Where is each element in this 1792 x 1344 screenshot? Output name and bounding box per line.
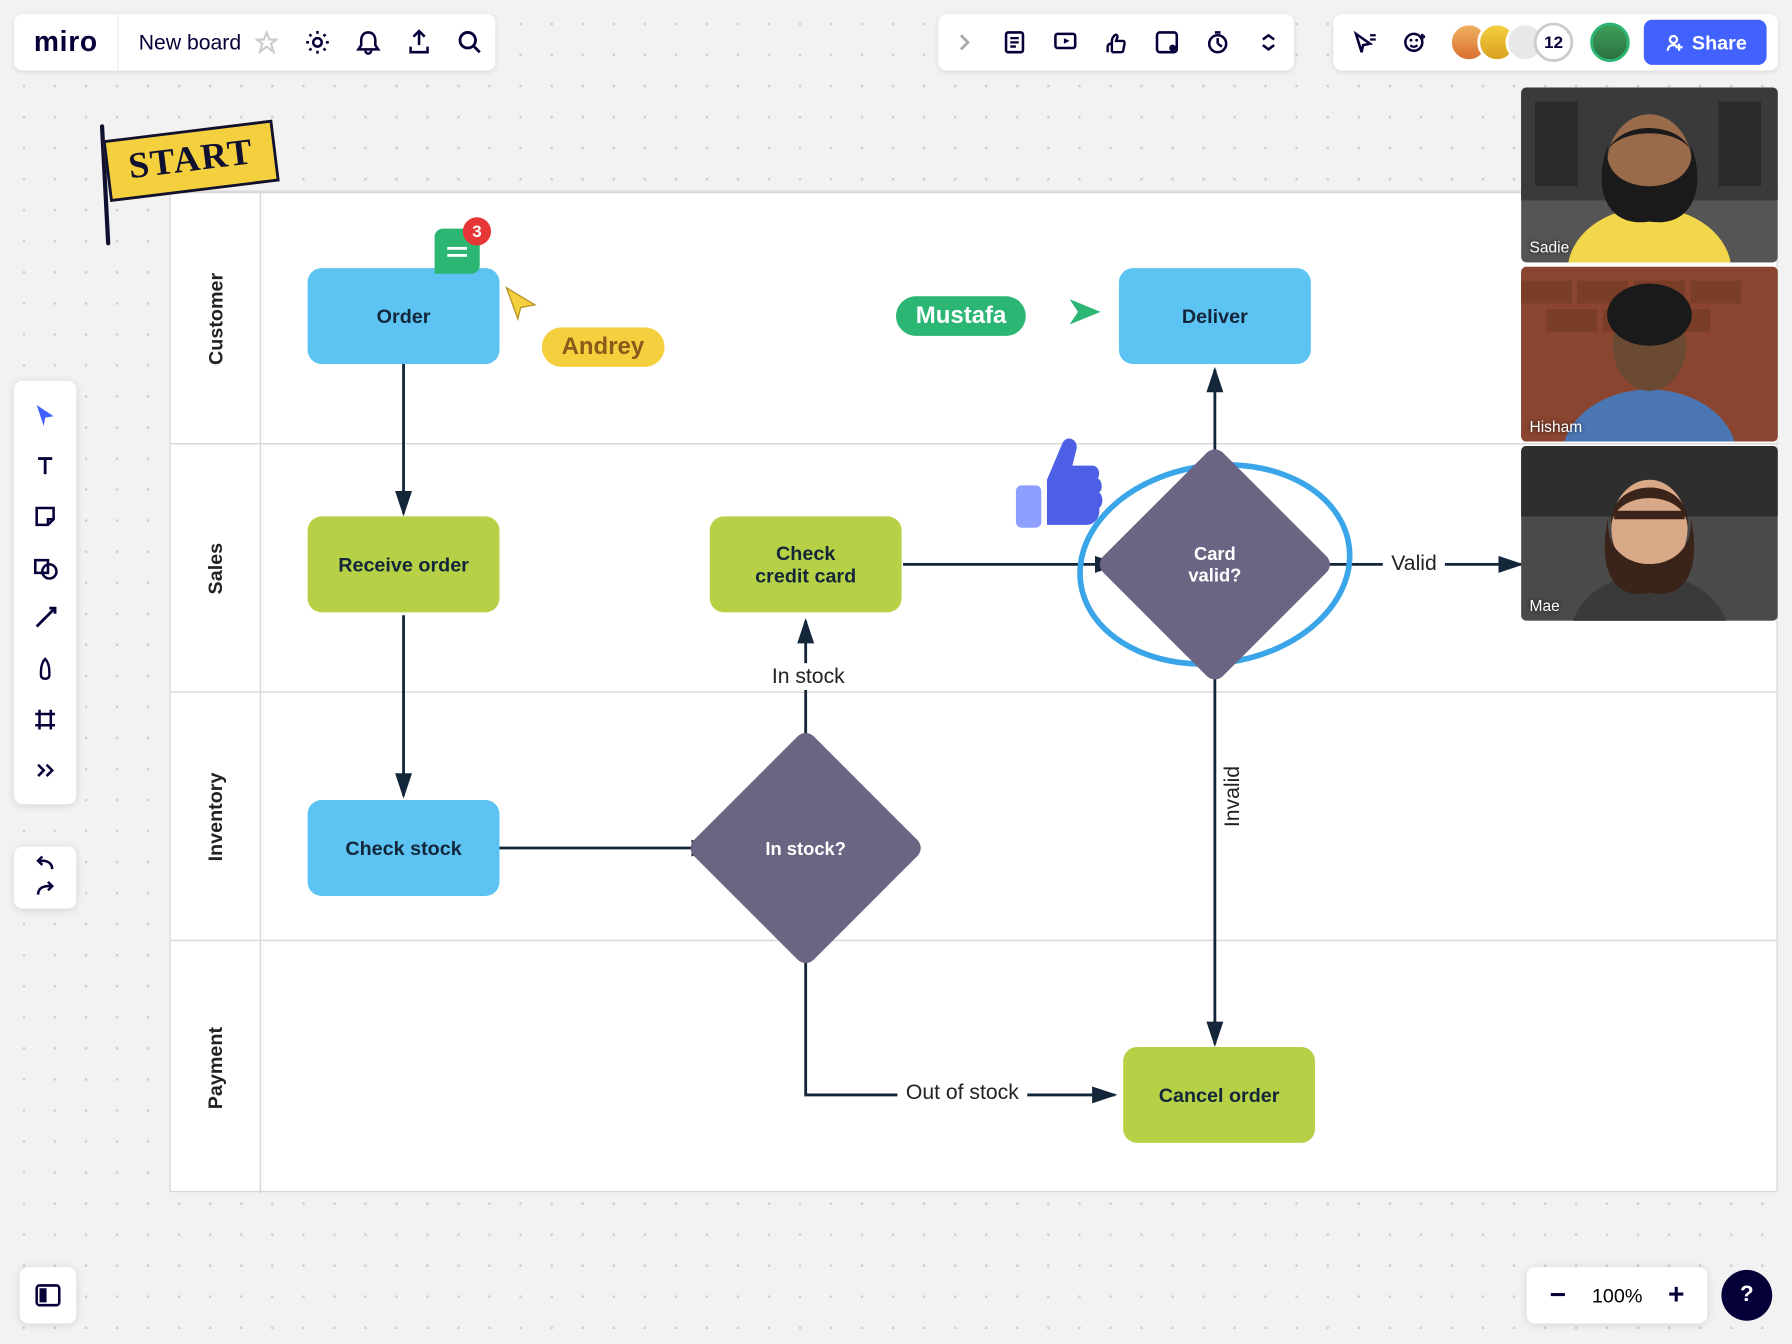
comment-pin[interactable]: 3 [435, 229, 480, 274]
zoom-out-button[interactable]: − [1538, 1279, 1578, 1311]
frame-tool[interactable] [20, 694, 71, 745]
edge-label-out-of-stock: Out of stock [897, 1079, 1027, 1106]
present-icon[interactable] [1040, 17, 1091, 68]
thumbs-up-sticker[interactable] [1010, 432, 1114, 536]
video-name-1: Sadie [1530, 240, 1570, 257]
edge-label-valid: Valid [1383, 550, 1445, 577]
voting-icon[interactable] [1091, 17, 1142, 68]
cursor-arrow-mustafa [1067, 296, 1104, 327]
start-flag[interactable]: START [106, 130, 277, 192]
redo-button[interactable] [32, 878, 57, 903]
export-icon[interactable] [394, 17, 445, 68]
reactions-icon[interactable] [1390, 17, 1441, 68]
miro-logo[interactable]: miro [14, 14, 119, 70]
edge-label-invalid: Invalid [1219, 757, 1246, 835]
help-button[interactable]: ? [1721, 1270, 1772, 1321]
undo-redo-panel [14, 847, 76, 909]
participant-count[interactable]: 12 [1534, 23, 1574, 63]
sticky-tool[interactable] [20, 491, 71, 542]
cursor-andrey: Andrey [542, 327, 664, 367]
cursor-mustafa: Mustafa [896, 296, 1026, 336]
lane-label-sales: Sales [171, 444, 261, 691]
zoom-value[interactable]: 100% [1583, 1284, 1650, 1307]
board-name[interactable]: New board [119, 30, 255, 54]
video-tile-2[interactable]: Hisham [1521, 267, 1778, 442]
video-name-2: Hisham [1530, 419, 1583, 436]
search-icon[interactable] [444, 17, 495, 68]
node-in-stock-q[interactable]: In stock? [721, 763, 890, 932]
lane-label-inventory: Inventory [171, 693, 261, 940]
pointer-hide-icon[interactable] [1339, 17, 1390, 68]
pen-tool[interactable] [20, 643, 71, 694]
node-cancel-order[interactable]: Cancel order [1123, 1047, 1315, 1143]
zoom-in-button[interactable]: + [1657, 1279, 1697, 1311]
star-icon[interactable] [255, 31, 292, 54]
comment-mode-icon[interactable] [1141, 17, 1192, 68]
line-tool[interactable] [20, 593, 71, 644]
video-tile-1[interactable]: Sadie [1521, 87, 1778, 262]
left-toolbar [14, 381, 76, 804]
collapse-left-icon[interactable] [938, 17, 989, 68]
video-column: Sadie Hisham Mae [1521, 87, 1778, 625]
timer-icon[interactable] [1192, 17, 1243, 68]
right-tools-panel: 12 Share [1334, 14, 1778, 70]
node-order[interactable]: Order [308, 268, 500, 364]
notifications-icon[interactable] [343, 17, 394, 68]
shape-tool[interactable] [20, 542, 71, 593]
settings-icon[interactable] [292, 17, 343, 68]
lane-label-payment: Payment [171, 941, 261, 1194]
minimap-toggle[interactable] [20, 1267, 76, 1323]
comment-badge: 3 [463, 217, 491, 245]
lane-payment: Payment [171, 940, 1777, 1194]
node-receive-order[interactable]: Receive order [308, 516, 500, 612]
node-check-credit[interactable]: Check credit card [710, 516, 902, 612]
node-deliver[interactable]: Deliver [1119, 268, 1311, 364]
text-tool[interactable] [20, 440, 71, 491]
more-apps-icon[interactable] [1243, 17, 1294, 68]
main-menu-panel: miro New board [14, 14, 495, 70]
notes-icon[interactable] [989, 17, 1040, 68]
share-button[interactable]: Share [1644, 20, 1767, 65]
center-tools-panel [938, 14, 1294, 70]
edge-label-in-stock: In stock [763, 663, 853, 690]
video-tile-3[interactable]: Mae [1521, 446, 1778, 621]
bottom-right-controls: − 100% + ? [1527, 1267, 1772, 1323]
lane-label-customer: Customer [171, 193, 261, 443]
more-tools[interactable] [20, 745, 71, 796]
select-tool[interactable] [20, 389, 71, 440]
avatar-self[interactable] [1590, 23, 1630, 63]
zoom-panel: − 100% + [1527, 1267, 1707, 1323]
node-card-valid[interactable]: Card valid? [1130, 480, 1299, 649]
cursor-arrow-andrey [504, 285, 538, 322]
video-name-3: Mae [1530, 598, 1560, 615]
undo-button[interactable] [32, 852, 57, 877]
node-check-stock[interactable]: Check stock [308, 800, 500, 896]
avatar-group[interactable]: 12 [1441, 23, 1582, 63]
